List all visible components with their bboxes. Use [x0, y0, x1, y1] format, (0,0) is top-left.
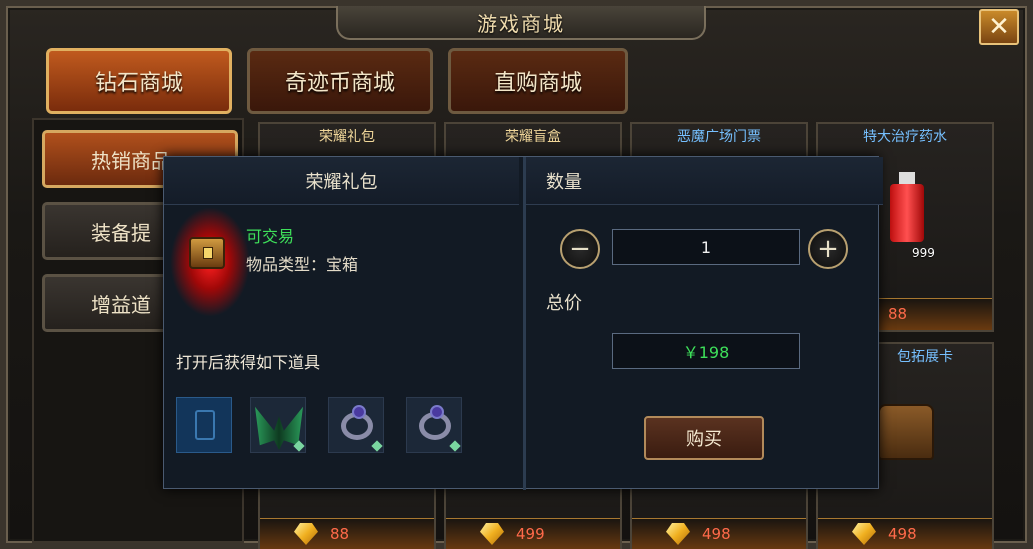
reward-slot[interactable] — [250, 397, 306, 453]
tab-label: 奇迹币商城 — [284, 71, 395, 96]
item-title: 特大治疗药水 — [863, 129, 947, 145]
quantity-label: 数量 — [526, 157, 883, 205]
diamond-icon — [852, 523, 876, 545]
plus-icon: + — [817, 234, 839, 264]
quality-mark-icon — [371, 440, 383, 452]
price-bar: 88 — [260, 518, 434, 549]
item-title: 荣耀礼包 — [319, 129, 375, 145]
purchase-panel: 数量 − 1 + 总价 ￥198 购买 — [523, 157, 883, 490]
total-price-value: ￥198 — [612, 333, 800, 369]
tab-diamond-shop[interactable]: 钻石商城 — [46, 48, 232, 114]
chest-icon — [189, 237, 225, 269]
price-bar: 498 — [632, 518, 806, 549]
window-title: 游戏商城 — [477, 11, 565, 36]
diamond-icon — [666, 523, 690, 545]
price-bar: 499 — [446, 518, 620, 549]
tab-label: 直购商城 — [493, 71, 582, 96]
increase-quantity-button[interactable]: + — [808, 229, 848, 269]
item-name: 荣耀礼包 — [164, 157, 519, 205]
tab-direct-purchase-shop[interactable]: 直购商城 — [448, 48, 628, 114]
sidebar-item-label: 热销商品 — [91, 148, 171, 173]
item-title: 恶魔广场门票 — [677, 129, 761, 145]
tab-label: 钻石商城 — [94, 71, 183, 96]
decrease-quantity-button[interactable]: − — [560, 229, 600, 269]
diamond-icon — [294, 523, 318, 545]
ring-icon — [341, 405, 373, 440]
item-price: 88 — [330, 525, 350, 543]
contents-label: 打开后获得如下道具 — [176, 353, 321, 372]
minus-icon: − — [569, 234, 591, 264]
quality-mark-icon — [449, 440, 461, 452]
price-bar: 498 — [818, 518, 992, 549]
sidebar-item-label: 增益道 — [91, 292, 151, 317]
reward-slot[interactable] — [328, 397, 384, 453]
scroll-icon — [195, 410, 215, 440]
close-button[interactable]: ✕ — [979, 9, 1019, 45]
diamond-icon — [480, 523, 504, 545]
tradable-label: 可交易 — [246, 227, 295, 246]
item-price: 88 — [888, 305, 908, 323]
bag-icon — [878, 404, 934, 460]
item-count: 999 — [912, 246, 935, 260]
ring-icon — [419, 405, 451, 440]
item-price: 499 — [516, 525, 545, 543]
tab-miracle-coin-shop[interactable]: 奇迹币商城 — [247, 48, 433, 114]
purchase-dialog: 荣耀礼包 可交易 物品类型：宝箱 打开后获得如下道具 数量 − 1 + 总价 ￥… — [163, 156, 883, 490]
close-icon: ✕ — [988, 12, 1010, 42]
reward-slot[interactable] — [406, 397, 462, 453]
item-info-panel: 荣耀礼包 可交易 物品类型：宝箱 打开后获得如下道具 — [164, 157, 519, 490]
sidebar-item-label: 装备提 — [91, 220, 151, 245]
item-title: 荣耀盲盒 — [505, 129, 561, 145]
quantity-input[interactable]: 1 — [612, 229, 800, 265]
total-price-label: 总价 — [546, 293, 582, 314]
title-plate: 游戏商城 — [336, 6, 706, 40]
potion-icon — [890, 172, 924, 242]
item-type-label: 物品类型：宝箱 — [246, 255, 359, 274]
buy-button[interactable]: 购买 — [644, 416, 764, 460]
shop-window: 游戏商城 ✕ 钻石商城 奇迹币商城 直购商城 热销商品 装备提 增益道 荣耀礼包… — [0, 0, 1033, 549]
item-price: 498 — [888, 525, 917, 543]
reward-slot[interactable] — [176, 397, 232, 453]
item-price: 498 — [702, 525, 731, 543]
